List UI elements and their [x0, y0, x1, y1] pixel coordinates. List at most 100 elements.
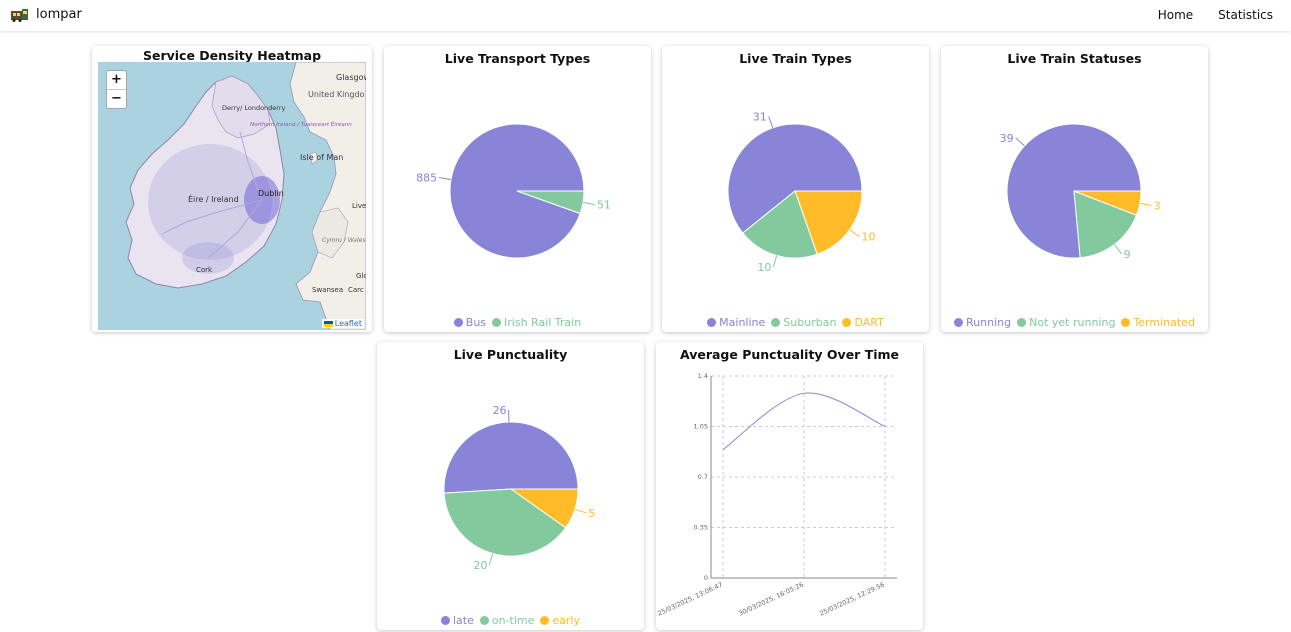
transport_types-legend-item-1[interactable]: Irish Rail Train [492, 316, 581, 329]
train-logo-icon [11, 8, 28, 22]
train_types-value-label-1: 10 [757, 261, 771, 274]
map-label-liverpool: Live [352, 202, 366, 210]
legend-dot-icon [1121, 318, 1131, 327]
train_types-legend-item-1[interactable]: Suburban [771, 316, 836, 329]
train_types-legend-item-0[interactable]: Mainline [707, 316, 765, 329]
leaflet-link[interactable]: Leaflet [335, 319, 362, 328]
navbar: lompar Home Statistics [0, 0, 1291, 31]
map-label-swansea: Swansea [312, 286, 343, 294]
punctuality-legend-item-0[interactable]: late [440, 614, 474, 627]
train-types-pie: 31 10 10 [727, 110, 875, 274]
nav-statistics-link[interactable]: Statistics [1218, 8, 1273, 22]
punctuality-value-label-2: 5 [588, 507, 595, 520]
x-tick-label-0: 25/03/2025, 13:06:47 [656, 581, 724, 618]
map-label-wales: Cymru / Wales [322, 237, 365, 244]
transport_types-legend-label-0: Bus [465, 316, 487, 329]
punctuality-slice-0[interactable] [443, 421, 579, 494]
heatmap-card: Service Density Heatmap Glasgow United K [92, 46, 372, 332]
heatmap-title: Service Density Heatmap [142, 48, 322, 63]
train-statuses-legend: Running Not yet running Terminated [941, 316, 1208, 329]
punctuality-label-line-1 [488, 553, 494, 566]
zoom-out-button[interactable]: − [107, 89, 126, 108]
train_statuses-legend-item-0[interactable]: Running [954, 316, 1011, 329]
punctuality-legend: late on-time early [377, 614, 644, 627]
train-statuses-card: Live Train Statuses 39 9 3 Running Not yet … [941, 46, 1208, 332]
train_statuses-legend-label-0: Running [966, 316, 1012, 329]
map-label-isle-of-man: Isle of Man [300, 153, 343, 162]
transport_types-label-line-1 [582, 201, 595, 205]
y-tick-label-0: 0 [704, 574, 708, 582]
legend-dot-icon [707, 318, 717, 327]
train-types-legend: Mainline Suburban DART [662, 316, 929, 329]
punctuality-legend-item-1[interactable]: on-time [479, 614, 535, 627]
train_statuses-value-label-1: 9 [1124, 248, 1131, 261]
x-tick-label-2: 25/03/2025, 12:29:56 [818, 581, 886, 618]
train_types-label-line-0 [768, 116, 774, 128]
train_types-label-line-2 [849, 229, 860, 238]
train_types-value-label-0: 31 [753, 110, 767, 123]
train_statuses-label-line-2 [1139, 202, 1152, 207]
map-label-dublin: Dublin [258, 189, 284, 198]
train_statuses-value-label-0: 39 [1000, 132, 1014, 145]
map-label-cork: Cork [196, 266, 213, 274]
y-tick-label-1: 0.35 [694, 524, 708, 532]
transport_types-value-label-0: 885 [416, 172, 437, 185]
heatmap-map[interactable]: Glasgow United Kingdo Derry/ Londonderry… [98, 62, 366, 330]
transport-types-card: Live Transport Types 885 51 Bus Irish Rail… [384, 46, 651, 332]
map-label-glasgow: Glasgow [336, 73, 366, 82]
punctuality-legend-item-2[interactable]: early [540, 614, 580, 627]
map-attribution[interactable]: Leaflet [321, 319, 364, 328]
zoom-in-button[interactable]: + [107, 71, 126, 89]
train-statuses-pie: 39 9 3 [1000, 123, 1161, 261]
train_types-legend-label-1: Suburban [783, 316, 837, 329]
map-label-gloucester: Glo [356, 272, 366, 280]
transport_types-value-label-1: 51 [597, 198, 611, 211]
punctuality-line-chart: 0 0.35 0.7 1.05 1.4 25/03/2025, 13:06:47 30/03… [656, 372, 897, 618]
transport_types-legend-label-1: Irish Rail Train [504, 316, 582, 329]
train_statuses-legend-item-1[interactable]: Not yet running [1017, 316, 1115, 329]
brand-name: lompar [36, 7, 82, 22]
map-canvas[interactable]: Glasgow United Kingdo Derry/ Londonderry… [98, 62, 366, 330]
legend-dot-icon [492, 318, 502, 327]
x-tick-label-1: 30/03/2025, 16:05:26 [737, 581, 805, 618]
legend-dot-icon [440, 616, 450, 625]
y-tick-label-2: 0.7 [698, 473, 708, 481]
legend-dot-icon [479, 616, 489, 625]
train_statuses-label-line-0 [1015, 137, 1025, 147]
punctuality-legend-label-1: on-time [491, 614, 535, 627]
transport_types-legend-item-0[interactable]: Bus [453, 316, 487, 329]
train_types-value-label-2: 10 [861, 231, 875, 244]
punctuality-pie: 26 20 5 [443, 404, 595, 572]
punctuality-value-label-1: 20 [473, 559, 487, 572]
punctuality-card: Live Punctuality 26 20 5 late on-time early [377, 342, 644, 630]
map-label-cardiff: Carc [348, 286, 364, 294]
legend-dot-icon [771, 318, 781, 327]
map-label-uk: United Kingdo [308, 90, 365, 99]
nav-home-link[interactable]: Home [1158, 8, 1193, 22]
train-types-card: Live Train Types 31 10 10 Mainline Suburban… [662, 46, 929, 332]
ukraine-flag-icon [323, 320, 333, 327]
train_types-label-line-1 [772, 255, 778, 268]
legend-dot-icon [453, 318, 463, 327]
legend-dot-icon [540, 616, 550, 625]
map-label-northern-ireland: Northern Ireland / Tuaisceart Éireann [250, 120, 352, 128]
punctuality-over-time-card: Average Punctuality Over Time 0 0.35 0.7 1.… [656, 342, 923, 630]
map-label-derry: Derry/ Londonderry [222, 104, 286, 112]
train_statuses-legend-item-2[interactable]: Terminated [1121, 316, 1195, 329]
zoom-control: + − [106, 70, 127, 109]
train_types-legend-item-2[interactable]: DART [842, 316, 884, 329]
punctuality-value-label-0: 26 [493, 404, 507, 417]
brand[interactable]: lompar [11, 7, 82, 22]
punctuality-legend-label-0: late [452, 614, 474, 627]
train_types-legend-label-0: Mainline [719, 316, 766, 329]
y-tick-label-3: 1.05 [694, 423, 708, 431]
punctuality-label-line-2 [574, 508, 587, 514]
legend-dot-icon [954, 318, 964, 327]
legend-dot-icon [1017, 318, 1027, 327]
punctuality-legend-label-2: early [552, 614, 581, 627]
transport_types-label-line-0 [439, 177, 452, 181]
train_types-legend-label-2: DART [854, 316, 884, 329]
train_statuses-legend-label-1: Not yet running [1029, 316, 1116, 329]
map-label-ireland: Éire / Ireland [188, 193, 239, 204]
legend-dot-icon [842, 318, 852, 327]
